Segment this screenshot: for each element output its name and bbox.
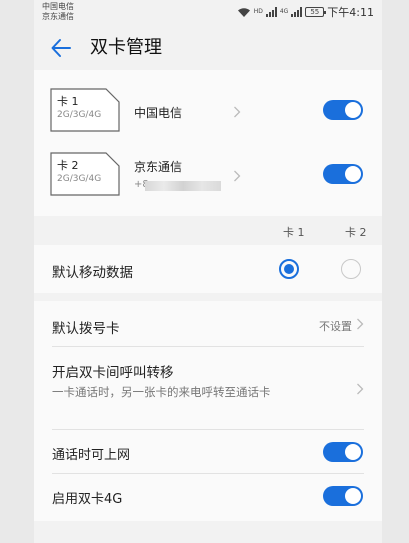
data-during-call-item: 通话时可上网 bbox=[34, 430, 382, 474]
data-during-call-label: 通话时可上网 bbox=[52, 448, 131, 463]
dual-4g-toggle[interactable] bbox=[323, 486, 363, 506]
sim2-toggle[interactable] bbox=[323, 164, 363, 184]
default-data-row: 默认移动数据 bbox=[34, 245, 382, 293]
back-arrow-icon[interactable] bbox=[50, 37, 72, 59]
call-forward-item[interactable]: 开启双卡间呼叫转移 一卡通话时，另一张卡的来电呼转至通话卡 bbox=[34, 347, 382, 430]
sim-row-card1[interactable]: 卡 1 2G/3G/4G 中国电信 bbox=[34, 86, 382, 148]
status-icons: HD 4G 55 下午4:11 bbox=[237, 5, 374, 19]
settings-list: 默认拨号卡 不设置 开启双卡间呼叫转移 一卡通话时，另一张卡的来电呼转至通话卡 … bbox=[34, 301, 382, 521]
sim-network-types: 2G/3G/4G bbox=[57, 110, 102, 120]
status-bar: 中国电信 京东通信 HD 4G 55 下午4:11 bbox=[34, 0, 382, 26]
redacted-number bbox=[145, 181, 221, 191]
clock: 下午4:11 bbox=[327, 6, 374, 19]
default-dial-card-item[interactable]: 默认拨号卡 不设置 bbox=[34, 301, 382, 347]
wifi-icon bbox=[237, 7, 250, 17]
chevron-right-icon bbox=[357, 318, 364, 330]
sim1-toggle[interactable] bbox=[323, 100, 363, 120]
sim-network-types: 2G/3G/4G bbox=[57, 174, 102, 184]
network-type-2: 4G bbox=[279, 8, 289, 15]
chevron-right-icon bbox=[357, 383, 364, 395]
default-dial-value: 不设置 bbox=[319, 320, 352, 333]
operator-name: 中国电信 bbox=[134, 106, 183, 120]
page-title: 双卡管理 bbox=[90, 37, 162, 58]
default-data-radio-card1[interactable] bbox=[279, 259, 299, 279]
chevron-right-icon bbox=[234, 106, 241, 118]
dual-4g-label: 启用双卡4G bbox=[52, 492, 123, 507]
screen: 中国电信 京东通信 HD 4G 55 下午4:11 双卡管理 卡 1 2G/3G… bbox=[34, 0, 382, 543]
call-forward-description: 一卡通话时，另一张卡的来电呼转至通话卡 bbox=[52, 385, 271, 399]
operator-name: 京东通信 bbox=[134, 160, 183, 174]
default-data-label: 默认移动数据 bbox=[52, 265, 133, 281]
sim-card-label: 卡 1 bbox=[57, 95, 79, 108]
signal-icon bbox=[265, 7, 277, 17]
chevron-right-icon bbox=[234, 170, 241, 182]
column-card2: 卡 2 bbox=[345, 226, 367, 239]
network-type-1: HD bbox=[253, 8, 263, 15]
default-data-radio-card2[interactable] bbox=[341, 259, 361, 279]
carrier-1-label: 中国电信 bbox=[42, 2, 74, 11]
call-forward-label: 开启双卡间呼叫转移 bbox=[52, 365, 174, 381]
sim-card-label: 卡 2 bbox=[57, 159, 79, 172]
column-card1: 卡 1 bbox=[283, 226, 305, 239]
carrier-2-label: 京东通信 bbox=[42, 12, 74, 21]
data-during-call-toggle[interactable] bbox=[323, 442, 363, 462]
signal-icon bbox=[291, 7, 303, 17]
sim-list: 卡 1 2G/3G/4G 中国电信 卡 2 2G/3G/4G 京东通信 +8 bbox=[34, 70, 382, 216]
sim-row-card2[interactable]: 卡 2 2G/3G/4G 京东通信 +8 bbox=[34, 150, 382, 212]
default-dial-label: 默认拨号卡 bbox=[52, 321, 120, 337]
battery-icon: 55 bbox=[305, 7, 327, 17]
app-header: 双卡管理 bbox=[34, 26, 382, 70]
dual-4g-item: 启用双卡4G bbox=[34, 474, 382, 518]
